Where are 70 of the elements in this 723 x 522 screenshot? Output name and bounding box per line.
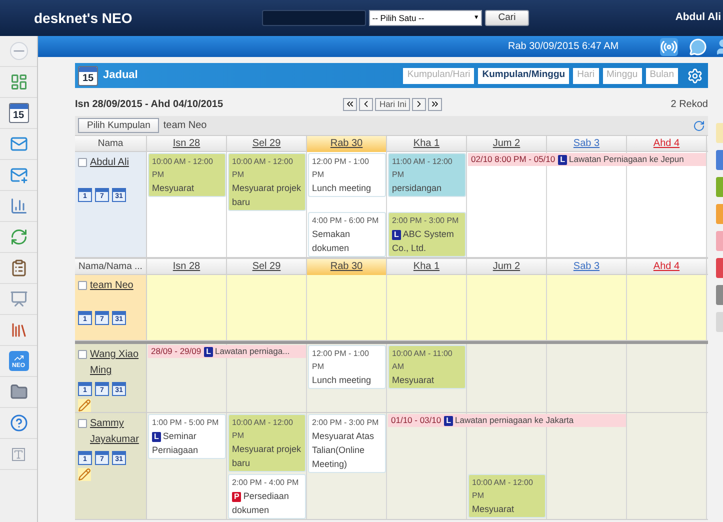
choose-group-button[interactable]: Pilih Kumpulan bbox=[78, 118, 160, 133]
event-card[interactable]: 12:00 PM - 1:00 PM Lunch meeting bbox=[308, 345, 386, 389]
event-card[interactable]: 2:00 PM - 4:00 PM P Persediaan dokumen bbox=[228, 474, 306, 519]
double-left-arrow-icon bbox=[345, 99, 356, 109]
today-button[interactable]: Hari Ini bbox=[375, 98, 410, 110]
record-count: 2 Rekod bbox=[670, 98, 708, 112]
panel-title: Jadual bbox=[103, 68, 138, 84]
event-card[interactable]: 10:00 AM - 11:00 AM Mesyuarat bbox=[388, 345, 466, 389]
event-card[interactable]: 10:00 AM - 12:00 PM Mesyuarat projek baru bbox=[228, 153, 306, 211]
refresh-document-icon[interactable] bbox=[10, 228, 28, 246]
binders-icon[interactable] bbox=[10, 321, 28, 339]
search-field[interactable] bbox=[262, 10, 366, 26]
row-checkbox[interactable] bbox=[78, 350, 87, 359]
chat-icon[interactable] bbox=[688, 38, 707, 56]
help-icon[interactable] bbox=[10, 414, 28, 432]
calendar-icon[interactable]: 15 bbox=[8, 103, 28, 123]
event-bar[interactable]: 28/09 - 29/09 L Lawatan perniaga... bbox=[148, 345, 306, 358]
event-card[interactable]: 10:00 AM - 12:00 PM Mesyuarat bbox=[148, 153, 226, 197]
clipboard-icon[interactable] bbox=[10, 259, 28, 277]
toggle-icon[interactable] bbox=[10, 42, 28, 60]
event-bar[interactable]: 01/10 - 03/10 L Lawatan perniagaan ke Jakarta bbox=[388, 414, 626, 427]
member-name-link[interactable]: Wang Xiao Ming bbox=[90, 347, 143, 379]
event-card[interactable]: 4:00 PM - 6:00 PM Semakan dokumen bbox=[308, 212, 386, 257]
mail-add-icon[interactable] bbox=[10, 166, 28, 184]
event-card[interactable]: 10:00 AM - 12:00 PM Mesyuarat bbox=[468, 474, 546, 518]
category-badge: L bbox=[558, 154, 568, 165]
search-button[interactable]: Cari bbox=[485, 10, 529, 26]
event-card[interactable]: 11:00 AM - 12:00 PM persidangan bbox=[388, 153, 466, 197]
user-name[interactable]: Abdul Ali bbox=[675, 10, 721, 26]
next-week-button[interactable] bbox=[428, 98, 442, 110]
next-day-button[interactable] bbox=[412, 98, 426, 110]
row-checkbox[interactable] bbox=[78, 419, 87, 428]
previous-day-button[interactable] bbox=[359, 98, 374, 110]
view-tab[interactable]: Kumpulan/Minggu bbox=[478, 68, 570, 84]
previous-week-button[interactable] bbox=[343, 98, 358, 110]
double-right-arrow-icon bbox=[430, 99, 440, 109]
member-name-link[interactable]: team Neo bbox=[90, 278, 134, 294]
date-range: Isn 28/09/2015 - Ahd 04/10/2015 bbox=[75, 98, 224, 112]
board-icon[interactable] bbox=[10, 290, 28, 308]
member-name-link[interactable]: Abdul Ali bbox=[90, 155, 129, 171]
settings-icon[interactable] bbox=[687, 68, 703, 84]
refresh-icon[interactable] bbox=[693, 120, 705, 132]
category-badge: L bbox=[204, 346, 213, 357]
chart-icon[interactable] bbox=[10, 197, 28, 215]
category-badge: L bbox=[392, 230, 401, 240]
text-icon[interactable] bbox=[12, 448, 25, 460]
event-bar[interactable]: 02/10 8:00 PM - 05/10 L Lawatan Perniagaan ke Jepun bbox=[468, 153, 706, 166]
schedule-icon[interactable]: 15 bbox=[78, 66, 98, 86]
folder-icon[interactable] bbox=[10, 383, 28, 401]
day-column-header[interactable]: Rab 30 bbox=[307, 259, 387, 275]
row-checkbox[interactable] bbox=[78, 281, 87, 290]
memo-pencil-icon[interactable] bbox=[78, 468, 91, 481]
app-logo[interactable]: desknet's NEO bbox=[34, 8, 132, 28]
mail-icon[interactable] bbox=[10, 135, 28, 153]
event-card[interactable]: 12:00 PM - 1:00 PM Lunch meeting bbox=[308, 153, 386, 197]
category-badge: L bbox=[152, 432, 161, 442]
day-column-header[interactable]: Rab 30 bbox=[307, 136, 387, 152]
row-checkbox[interactable] bbox=[78, 158, 87, 167]
group-name: team Neo bbox=[163, 119, 207, 133]
category-badge: L bbox=[444, 416, 453, 426]
member-name-link[interactable]: Sammy Jayakumar bbox=[90, 416, 143, 448]
event-card[interactable]: 2:00 PM - 3:00 PM Mesyuarat Atas Talian(Online Meeting) bbox=[308, 414, 386, 473]
memo-pencil-icon[interactable] bbox=[78, 399, 91, 412]
event-card[interactable]: 10:00 AM - 12:00 PM Mesyuarat projek baru bbox=[228, 414, 306, 472]
event-card[interactable]: 1:00 PM - 5:00 PM L Seminar Perniagaan bbox=[148, 414, 226, 459]
antenna-icon[interactable] bbox=[660, 38, 678, 56]
category-badge: P bbox=[232, 492, 242, 502]
current-datetime: Rab 30/09/2015 6:47 AM bbox=[508, 40, 619, 54]
dashboard-icon[interactable] bbox=[10, 73, 28, 91]
event-card[interactable]: 2:00 PM - 3:00 PM L ABC System Co., Ltd. bbox=[388, 212, 466, 257]
